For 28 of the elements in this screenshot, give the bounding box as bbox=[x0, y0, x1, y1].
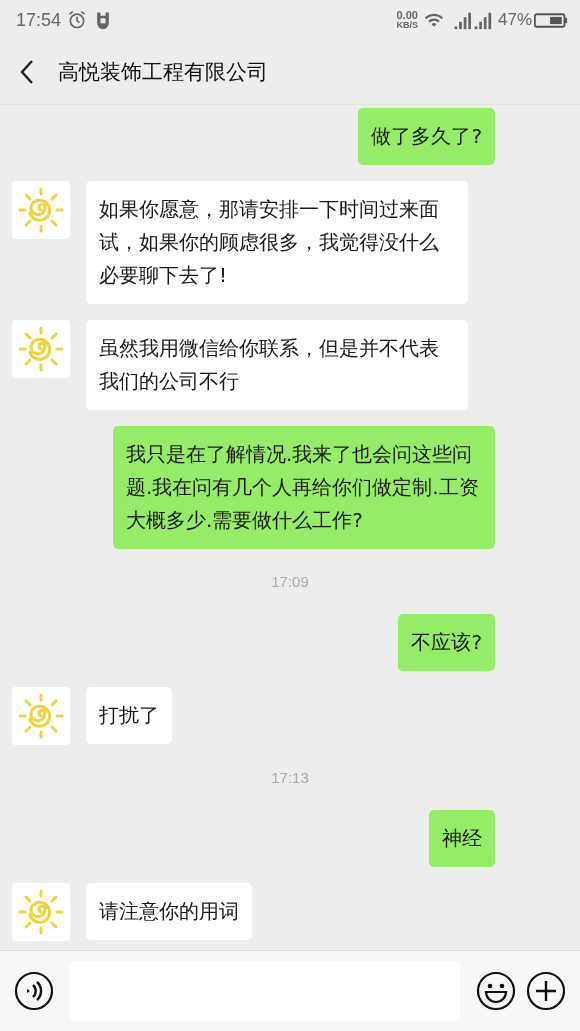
smiley-icon bbox=[476, 971, 516, 1011]
sun-avatar-icon bbox=[12, 883, 70, 941]
network-speed: 0.00 bbox=[396, 10, 418, 21]
emoji-button[interactable] bbox=[476, 971, 516, 1011]
sun-avatar-icon bbox=[12, 181, 70, 239]
plus-icon bbox=[526, 971, 566, 1011]
message-bubble: 打扰了 bbox=[86, 687, 172, 744]
status-time: 17:54 bbox=[16, 9, 62, 31]
timestamp: 17:09 bbox=[271, 573, 309, 590]
speed-unit: KB/S bbox=[396, 21, 418, 30]
message-bubble: 我只是在了解情况.我来了也会问这些问题.我在问有几个人再给你们做定制.工资大概多少.需要做什么工作? bbox=[113, 426, 495, 549]
more-button[interactable] bbox=[526, 971, 566, 1011]
battery-level: 47% bbox=[497, 10, 532, 30]
sun-avatar-icon bbox=[12, 687, 70, 745]
message-bubble: 请注意你的用词 bbox=[86, 883, 252, 940]
message-bubble: 如果你愿意，那请安排一下时间过来面试，如果你的顾虑很多，我觉得没什么必要聊下去了! bbox=[86, 181, 468, 304]
back-icon bbox=[20, 59, 34, 85]
battery-icon bbox=[534, 11, 568, 29]
message-bubble: 神经 bbox=[429, 810, 495, 867]
chat-title: 高悦装饰工程有限公司 bbox=[58, 59, 268, 86]
sun-avatar-icon bbox=[12, 320, 70, 378]
message-bubble: 做了多久了? bbox=[358, 108, 495, 165]
alarm-icon bbox=[67, 10, 88, 30]
voice-button[interactable] bbox=[14, 971, 54, 1011]
message-bubble: 虽然我用微信给你联系，但是并不代表我们的公司不行 bbox=[86, 320, 468, 410]
voice-icon bbox=[14, 971, 54, 1011]
timestamp: 17:13 bbox=[271, 769, 309, 786]
message-bubble: 不应该? bbox=[398, 614, 495, 671]
